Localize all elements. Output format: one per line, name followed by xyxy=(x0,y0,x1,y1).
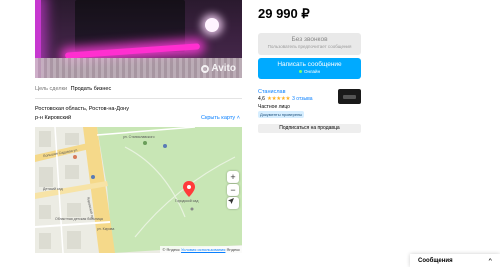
seller-rating: 4,6 ★★★★★ 3 отзыва xyxy=(258,96,313,102)
map-label-street: ул. Станиславского xyxy=(123,135,155,139)
zoom-in-button[interactable]: + xyxy=(227,171,239,183)
chevron-up-icon: ^ xyxy=(488,258,492,263)
map-label-park: Городской сад xyxy=(175,199,199,203)
subscribe-button[interactable]: Подписаться на продавца xyxy=(258,124,361,133)
no-calls-button[interactable]: Без звонков Пользователь предпочитает со… xyxy=(258,33,361,55)
photo-lamp xyxy=(205,18,219,32)
zoom-out-button[interactable]: − xyxy=(227,184,239,196)
address-line: Ростовская область, Ростов-на-Дону xyxy=(35,106,129,112)
avito-logo-icon xyxy=(201,64,210,73)
seller-name-link[interactable]: Станислав xyxy=(258,89,286,95)
rating-value: 4,6 xyxy=(258,96,265,102)
map-footer: © Яндекс Условия использования Яндекс xyxy=(160,246,242,253)
yandex-maps-link[interactable]: Яндекс xyxy=(227,247,240,252)
chevron-up-icon: ˄ xyxy=(236,115,240,121)
photo-bed xyxy=(75,0,185,52)
reviews-link[interactable]: 3 отзыва xyxy=(292,96,312,102)
yandex-copyright: © Яндекс xyxy=(162,247,180,252)
watermark-text: Avito xyxy=(211,63,236,74)
seller-avatar[interactable] xyxy=(338,89,361,104)
star-rating-icon: ★★★★★ xyxy=(266,96,291,102)
price: 29 990 ₽ xyxy=(258,6,310,21)
no-calls-label: Без звонков xyxy=(291,36,328,43)
map-label-street: ул. Кирова xyxy=(97,227,115,231)
map-label-poi: Детский сад xyxy=(43,187,63,191)
hide-map-link[interactable]: Скрыть карту ˄ xyxy=(201,115,240,121)
district-line: р-н Кировский xyxy=(35,115,72,121)
no-calls-sub: Пользователь предпочитает сообщения xyxy=(267,44,352,49)
write-message-label: Написать сообщение xyxy=(277,61,342,68)
seller-type: Частное лицо xyxy=(258,104,290,110)
locate-arrow-icon xyxy=(228,198,234,204)
map-canvas xyxy=(35,127,242,253)
write-message-button[interactable]: Написать сообщение Онлайн xyxy=(258,58,361,79)
online-dot-icon xyxy=(298,70,302,73)
deal-label: Цель сделки xyxy=(35,86,68,92)
map-label-poi: Областная детская больница xyxy=(55,217,103,221)
listing-photo[interactable]: Avito xyxy=(35,0,242,78)
online-status: Онлайн xyxy=(258,69,361,74)
locate-button[interactable] xyxy=(227,197,239,209)
online-label: Онлайн xyxy=(303,69,321,74)
verified-badge: Документы проверены xyxy=(258,111,305,118)
messages-label: Сообщения xyxy=(418,257,453,264)
listing-page: Avito Цель сделки Продать бизнес Ростовс… xyxy=(0,0,500,267)
divider xyxy=(35,98,242,99)
hide-map-label: Скрыть карту xyxy=(201,115,236,121)
avito-watermark: Avito xyxy=(201,63,236,74)
map-terms-link[interactable]: Условия использования xyxy=(181,247,225,252)
location-map[interactable]: Большая Садовая ул. ул. Станиславского Г… xyxy=(35,127,242,253)
deal-purpose: Цель сделки Продать бизнес xyxy=(35,86,111,92)
deal-value: Продать бизнес xyxy=(70,86,112,92)
messages-panel[interactable]: Сообщения ^ xyxy=(410,254,500,267)
